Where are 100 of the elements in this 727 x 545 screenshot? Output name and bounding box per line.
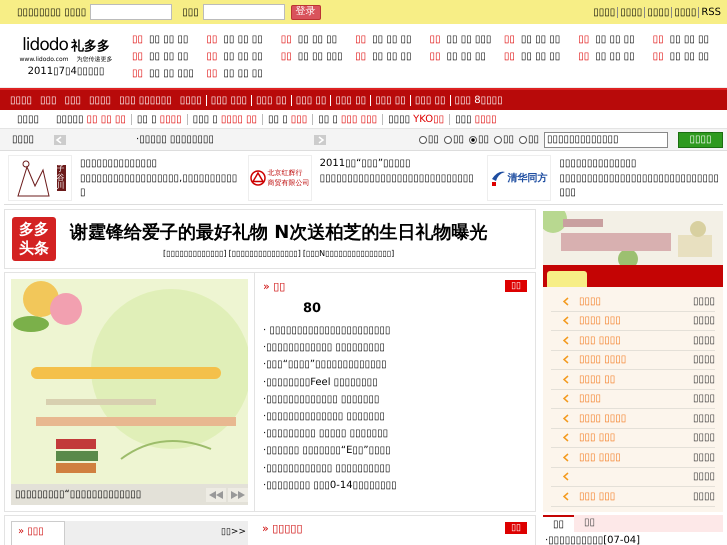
more-button[interactable]: ▯▯ [505,280,527,292]
headline-title[interactable]: 谢霆锋给爱子的最好礼物 N次送柏芝的生日礼物曝光 [70,220,488,244]
news-link[interactable]: · ▯▯▯▯▯▯▯▯▯▯▯▯▯▯▯▯▯▯▯▯▯▯ [263,322,527,340]
top-link[interactable]: ▯▯▯▯ [617,6,644,18]
channel-tag-link[interactable]: ▯▯ [578,34,590,45]
main-menu-item[interactable]: ▯▯▯ ▯▯ [251,94,291,106]
main-menu-item[interactable]: ▯▯▯ ▯▯ [410,94,450,106]
previous-slide-button[interactable] [206,488,226,502]
password-field[interactable] [202,4,285,20]
partner-logo[interactable]: 清华同方 [487,155,552,201]
news-link[interactable]: ·▯▯▯▯▯▯▯▯▯▯▯▯▯▯ ▯▯▯▯▯▯▯ [263,408,527,426]
more-button[interactable]: ▯▯ [505,522,527,534]
channel-tag-link[interactable]: ▯▯ [578,51,590,62]
search-scope-radio[interactable]: ▯▯ [418,134,439,145]
headline-link[interactable]: [▯▯▯▯▯▯▯▯▯▯▯▯▯] [163,249,227,258]
news-link[interactable]: ·▯▯▯▯▯▯▯▯▯ ▯▯▯▯▯ ▯▯▯▯▯▯▯ [263,425,527,442]
top-link[interactable]: ▯▯▯▯ [644,6,672,18]
previous-button[interactable] [54,134,66,144]
news-link[interactable]: ·▯▯▯▯▯▯▯▯ ▯▯▯0-14▯▯▯▯▯▯▯▯ [263,476,527,494]
tab[interactable] [547,271,587,287]
channel-tag-link[interactable]: ▯▯ [206,51,218,62]
submenu-link[interactable]: ▯▯ ▯▯ ▯▯ [86,114,126,124]
news-link[interactable]: ·▯▯▯▯▯▯▯▯Feel ▯▯▯▯▯▯▯▯ [263,374,527,391]
channel-tag-link[interactable]: ▯▯ [132,34,144,45]
channel-tag-link[interactable]: ▯▯ [430,34,441,45]
main-menu-item[interactable]: ▯▯▯ ▯▯ [290,94,330,106]
main-menu-item[interactable]: ▯▯▯ ▯▯▯▯▯▯ [115,94,176,106]
news-link[interactable]: ·▯▯▯▯▯▯▯▯▯▯▯▯ ▯▯▯▯▯▯▯▯▯ [263,339,527,356]
channel-links[interactable]: ▯▯ ▯▯ ▯▯ [298,34,338,45]
next-slide-button[interactable] [228,488,248,502]
section-tab[interactable]: » ▯▯▯ [11,521,65,545]
channel-tag-link[interactable]: ▯▯ [206,68,218,79]
submenu-link[interactable]: YKO▯▯ [413,114,444,124]
submenu-link[interactable]: ▯▯▯ [290,114,308,124]
main-menu-item[interactable]: ▯▯▯ ▯▯ [370,94,410,106]
submenu-link[interactable]: ▯▯▯▯ [160,114,182,124]
main-menu-item[interactable]: ▯▯▯▯ [85,94,116,106]
channel-links[interactable]: ▯▯ ▯▯ ▯▯ [520,51,560,62]
top-link[interactable]: ▯▯▯▯ [591,6,618,18]
main-menu-item[interactable]: ▯▯▯ ▯▯▯ [206,94,251,106]
channel-tag-link[interactable]: ▯▯ [652,51,664,62]
news-link[interactable]: ·▯▯▯▯▯▯▯▯▯▯▯▯▯ ▯▯▯▯▯▯▯ [263,390,527,408]
partner-title[interactable]: 2011▯▯“▯▯▯”▯▯▯▯▯ [320,158,474,169]
more-link[interactable]: ▯▯>> [219,521,248,543]
main-menu-item[interactable]: ▯▯▯ [60,94,86,106]
main-menu-item[interactable]: ▯▯▯▯ [176,94,206,106]
username-field[interactable] [90,4,172,20]
tab[interactable]: ▯▯ [543,514,574,532]
channel-links[interactable]: ▯▯ ▯▯ ▯▯▯ [149,68,194,79]
next-button[interactable] [314,134,326,144]
channel-links[interactable]: ▯▯ ▯▯ ▯▯ [670,51,710,62]
submenu-link[interactable]: ▯▯▯▯ [474,114,497,124]
search-field[interactable]: ▯▯▯▯▯▯▯▯▯▯▯▯▯ [544,132,668,148]
channel-tag-link[interactable]: ▯▯ [652,34,664,45]
channel-links[interactable]: ▯▯ ▯▯ ▯▯ [223,51,263,62]
headline-link[interactable]: [▯▯▯▯▯▯▯▯▯▯▯▯▯▯▯] [228,249,301,258]
news-link[interactable]: ·▯▯▯“▯▯▯▯”▯▯▯▯▯▯▯▯▯▯▯▯▯ [263,356,527,374]
partner-logo[interactable]: 子谷川 [8,155,72,201]
channel-tag-link[interactable]: ▯▯ [504,51,515,62]
headline-link[interactable]: [▯▯▯N▯▯▯▯▯▯▯▯▯▯▯▯▯▯▯] [302,249,394,258]
channel-links[interactable]: ▯▯ ▯▯ ▯▯▯ [446,34,492,45]
channel-links[interactable]: ▯▯ ▯▯ ▯▯ [446,51,486,62]
search-scope-radio[interactable]: ▯▯ [444,134,464,145]
search-scope-radio[interactable]: ▯▯ [494,134,514,145]
submenu-link[interactable]: ▯▯▯▯ ▯▯ [220,114,258,124]
news-link[interactable]: ·▯▯▯▯▯▯▯▯▯▯▯▯ ▯▯▯▯▯▯▯▯▯▯ [263,460,527,477]
channel-tag-link[interactable]: ▯▯ [430,51,441,62]
channel-tag-link[interactable]: ▯▯ [132,68,144,79]
channel-links[interactable]: ▯▯ ▯▯ ▯▯ [595,34,635,45]
channel-links[interactable]: ▯▯ ▯▯ ▯▯ [149,51,188,62]
channel-links[interactable]: ▯▯ ▯▯ ▯▯ [520,34,560,45]
main-menu-item[interactable]: ▯▯▯ 8▯▯▯▯ [450,94,507,106]
channel-links[interactable]: ▯▯ ▯▯ ▯▯ [372,51,412,62]
channel-tag-link[interactable]: ▯▯ [504,34,515,45]
top-link[interactable]: RSS [698,6,723,18]
search-button[interactable]: ▯▯▯▯ [678,132,723,148]
channel-links[interactable]: ▯▯ ▯▯ ▯▯▯ [298,51,343,62]
search-scope-radio[interactable]: ▯▯ [468,134,489,145]
channel-links[interactable]: ▯▯ ▯▯ ▯▯ [149,34,188,45]
channel-tag-link[interactable]: ▯▯ [206,34,218,45]
news-link[interactable]: ·▯▯▯▯▯▯ ▯▯▯▯▯▯▯“E▯▯”▯▯▯▯ [263,442,527,460]
news-link[interactable]: ·▯▯▯▯▯▯▯▯▯▯[07-04] [543,532,723,545]
search-scope-radio[interactable]: ▯▯ [518,134,539,145]
channel-links[interactable]: ▯▯ ▯▯ ▯▯ [670,34,710,45]
channel-links[interactable]: ▯▯ ▯▯ ▯▯ [372,34,412,45]
main-menu-item[interactable]: ▯▯▯▯ [6,94,36,106]
channel-links[interactable]: ▯▯ ▯▯ ▯▯ [595,51,635,62]
login-button[interactable]: 登录 [290,4,321,20]
channel-tag-link[interactable]: ▯▯ [280,34,292,45]
partner-title[interactable]: ▯▯▯▯▯▯▯▯▯▯▯▯▯▯ [80,158,240,169]
channel-tag-link[interactable]: ▯▯ [355,51,366,62]
channel-tag-link[interactable]: ▯▯ [355,34,366,45]
main-menu-item[interactable]: ▯▯▯ ▯▯ [330,94,370,106]
main-menu-item[interactable]: ▯▯▯ [36,94,61,106]
channel-tag-link[interactable]: ▯▯ [132,51,144,62]
submenu-link[interactable]: ▯▯▯ ▯▯▯ [340,114,378,124]
top-link[interactable]: ▯▯▯▯ [671,6,698,18]
channel-links[interactable]: ▯▯ ▯▯ ▯▯ [223,68,263,79]
channel-links[interactable]: ▯▯ ▯▯ ▯▯ [223,34,263,45]
partner-title[interactable]: ▯▯▯▯▯▯▯▯▯▯▯▯▯▯ [559,158,720,169]
